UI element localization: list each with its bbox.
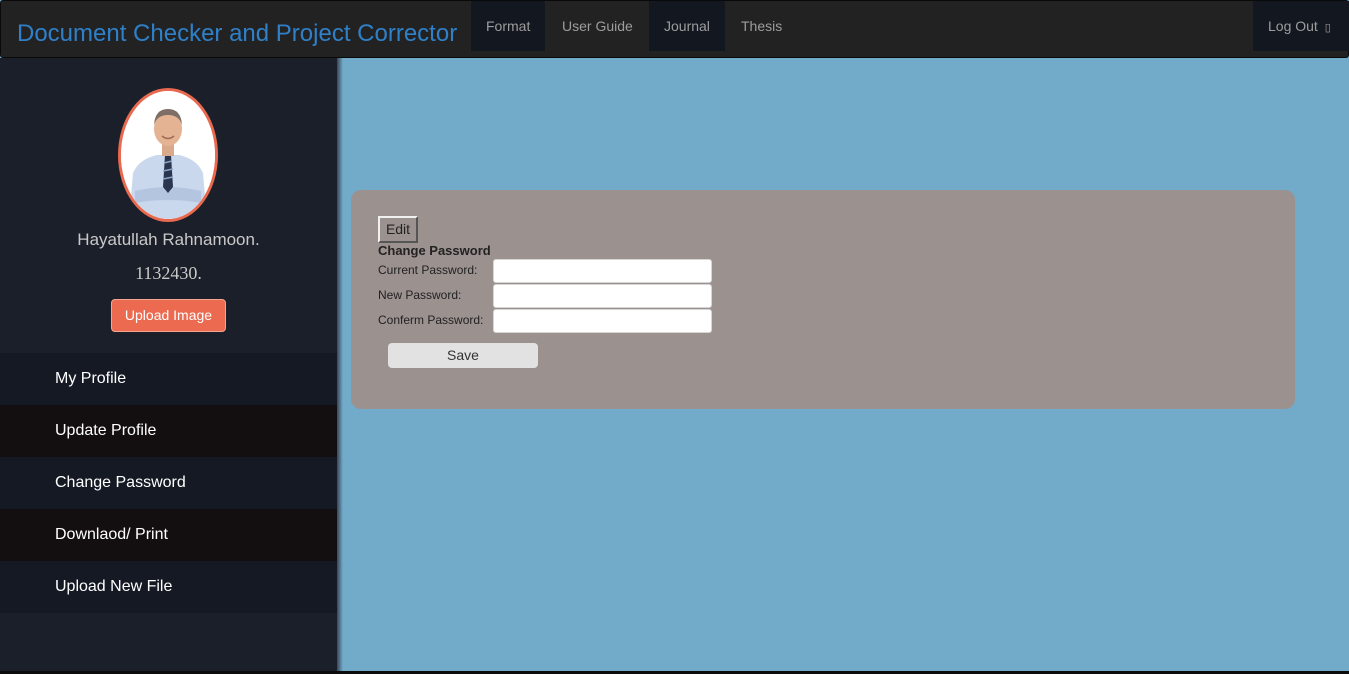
logout-button[interactable]: Log Out ▯: [1253, 1, 1349, 51]
nav-journal[interactable]: Journal: [649, 1, 725, 51]
change-password-panel: Edit Change Password Current Password: N…: [351, 190, 1295, 409]
top-navbar: Document Checker and Project Corrector F…: [0, 0, 1349, 58]
form-title: Change Password: [378, 243, 491, 258]
current-password-input[interactable]: [493, 259, 712, 283]
sidebar-item-download-print[interactable]: Downlaod/ Print: [0, 509, 337, 561]
nav-thesis[interactable]: Thesis: [726, 1, 797, 51]
edit-button[interactable]: Edit: [378, 216, 418, 243]
log-out-icon: ▯: [1324, 22, 1331, 34]
nav-format[interactable]: Format: [471, 1, 546, 51]
sidebar-shadow: [337, 58, 343, 674]
logout-label: Log Out: [1268, 18, 1318, 34]
user-name: Hayatullah Rahnamoon.: [77, 230, 260, 249]
sidebar-item-upload-new-file[interactable]: Upload New File: [0, 561, 337, 613]
sidebar-menu: My Profile Update Profile Change Passwor…: [0, 353, 337, 613]
current-password-label: Current Password:: [378, 263, 478, 277]
confirm-password-label: Conferm Password:: [378, 313, 484, 327]
new-password-label: New Password:: [378, 288, 462, 302]
avatar: [118, 88, 218, 222]
new-password-input[interactable]: [493, 284, 712, 308]
upload-image-button[interactable]: Upload Image: [111, 299, 226, 332]
app-brand[interactable]: Document Checker and Project Corrector: [17, 18, 457, 50]
sidebar-item-change-password[interactable]: Change Password: [0, 457, 337, 509]
sidebar: Hayatullah Rahnamoon. 1132430. Upload Im…: [0, 58, 337, 674]
sidebar-item-my-profile[interactable]: My Profile: [0, 353, 337, 405]
confirm-password-input[interactable]: [493, 309, 712, 333]
save-button[interactable]: Save: [388, 343, 538, 368]
user-id: 1132430.: [135, 263, 202, 283]
nav-user-guide[interactable]: User Guide: [547, 1, 648, 51]
sidebar-item-update-profile[interactable]: Update Profile: [0, 405, 337, 457]
